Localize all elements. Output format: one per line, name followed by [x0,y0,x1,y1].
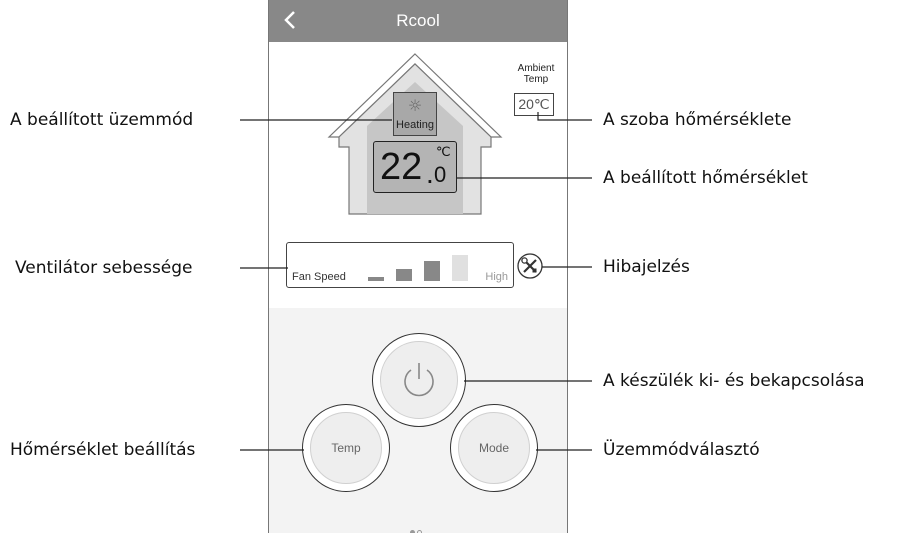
power-button[interactable] [372,333,466,427]
power-icon [404,363,434,397]
callout-set-temp: A beállított hőmérséklet [603,168,808,188]
set-temp-decimal: 0 [434,162,447,187]
set-temp-point: . [426,158,434,189]
callout-temp-setting: Hőmérséklet beállítás [10,440,196,460]
fan-speed-label: Fan Speed [292,271,346,283]
power-button-face[interactable] [380,341,458,419]
page-indicator [409,520,429,533]
callout-fan-speed: Ventilátor sebessége [15,258,193,278]
set-temp-display: 22 . 0 ℃ [373,141,457,193]
ambient-temp-value: 20℃ [514,93,554,116]
mode-label: Heating [396,119,434,131]
mode-button[interactable]: Mode [450,404,538,492]
mode-indicator: ☼ Heating [393,92,437,136]
fan-speed-indicator: Fan Speed High [286,242,514,288]
callout-mode: A beállított üzemmód [10,110,194,130]
callout-mode-select: Üzemmódválasztó [603,440,760,460]
callout-power: A készülék ki- és bekapcsolása [603,371,865,391]
mode-button-label[interactable]: Mode [458,412,530,484]
fault-icon [517,253,543,279]
temp-button-label[interactable]: Temp [310,412,382,484]
set-temp-integer: 22 [380,146,423,188]
sun-icon: ☼ [407,96,423,115]
ambient-temp-label: Ambient Temp [517,63,555,85]
fan-bar-3 [424,261,440,281]
temp-button[interactable]: Temp [302,404,390,492]
set-temp-unit: ℃ [436,144,451,159]
fan-bar-2 [396,269,412,281]
phone-screen: Rcool Ambient Temp 20℃ ☼ Heating 22 . 0 … [268,0,568,533]
fan-bar-1 [368,277,384,281]
callout-room-temp: A szoba hőmérséklete [603,110,792,130]
fan-high-label: High [485,271,508,283]
fan-bar-4 [452,255,468,281]
callout-fault: Hibajelzés [603,257,690,277]
